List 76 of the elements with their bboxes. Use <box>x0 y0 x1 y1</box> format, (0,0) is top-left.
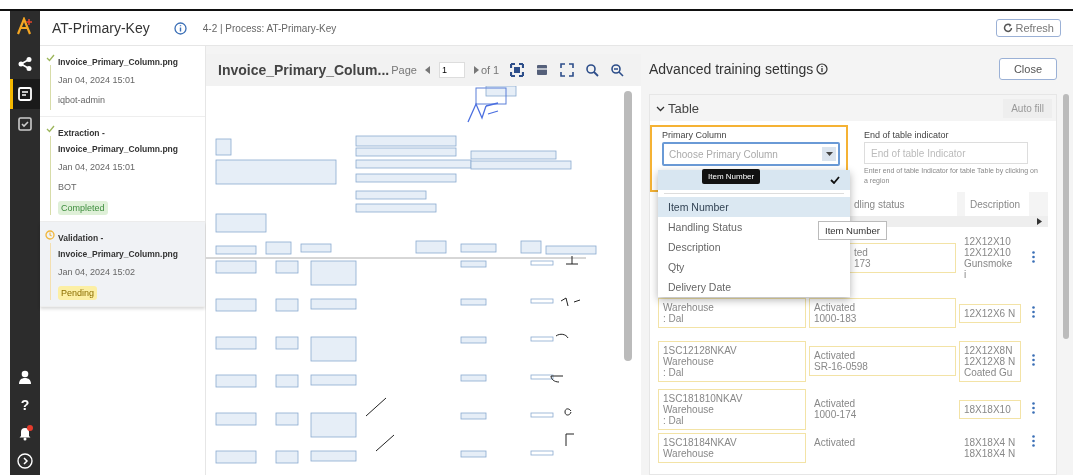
page-title: AT-Primary-Key <box>52 20 150 36</box>
kebab-menu-icon[interactable] <box>1032 402 1035 414</box>
activity-user: iqbot-admin <box>58 94 107 107</box>
table-cell: Warehouse : Dal <box>658 298 806 328</box>
table-cell: 1SC181810NKAV Warehouse : Dal <box>658 388 806 430</box>
table-cell-text: Activated <box>813 436 857 450</box>
table-cell: Activated 1000-183 <box>809 298 956 328</box>
status-badge: Completed <box>58 201 108 215</box>
check-icon <box>45 54 55 62</box>
caret-icon <box>825 152 833 156</box>
logo-icon <box>16 17 34 35</box>
settings-title: Advanced training settings <box>649 61 814 77</box>
table-cell: 18X18X10 <box>959 399 1021 419</box>
activity-date: Jan 04, 2024 15:01 <box>58 74 137 87</box>
nav-item[interactable] <box>10 79 40 109</box>
table-cell-text: 18X18X4 N 18X18X4 N <box>963 436 1017 461</box>
kebab-menu-icon[interactable] <box>1032 435 1035 447</box>
scroll-right-icon[interactable] <box>1037 218 1042 225</box>
info-icon[interactable] <box>816 63 829 75</box>
tooltip: Item Number <box>702 169 761 184</box>
activity-title: Invoice_Primary_Column.png <box>58 56 179 69</box>
table-cell: Activated SR-16-0598 <box>809 346 956 376</box>
select-placeholder: Choose Primary Column <box>669 148 778 160</box>
check-icon <box>830 176 840 184</box>
field-label: End of table indicator <box>864 130 950 140</box>
kebab-menu-icon[interactable] <box>1032 354 1035 366</box>
page-field[interactable]: 1 <box>438 62 465 78</box>
table-cell: 1SC18184NKAV Warehouse <box>658 433 806 463</box>
activity-title: Validation - Invoice_Primary_Column.png <box>58 232 179 261</box>
activity-title: Extraction - Invoice_Primary_Column.png <box>58 127 179 156</box>
share-icon <box>17 56 33 72</box>
field-label: Primary Column <box>662 130 728 140</box>
dropdown-toggle[interactable] <box>822 147 836 161</box>
check-icon <box>45 125 55 133</box>
status-badge: Pending <box>58 286 98 300</box>
zoom-in-icon[interactable] <box>585 63 600 77</box>
close-button[interactable]: Close <box>998 58 1057 80</box>
activity-date: Jan 04, 2024 15:02 <box>58 266 137 279</box>
fullscreen-icon[interactable] <box>560 63 575 77</box>
checklist-icon <box>17 116 33 132</box>
activity-date: Jan 04, 2024 15:01 <box>58 161 137 174</box>
clock-icon <box>45 230 55 240</box>
expand-icon <box>17 453 33 469</box>
fit-width-icon[interactable] <box>535 63 550 77</box>
table-cell: 12X12X6 N <box>959 303 1021 323</box>
user-icon <box>17 369 33 385</box>
dropdown-option[interactable]: Item Number <box>658 197 850 217</box>
section-toggle[interactable]: Table <box>650 99 706 117</box>
document-icon <box>17 86 33 102</box>
next-page-icon[interactable] <box>472 66 479 74</box>
zoom-out-icon[interactable] <box>610 63 625 77</box>
bell-icon <box>17 425 33 441</box>
page-count: of 1 <box>480 64 500 76</box>
refresh-icon <box>1003 23 1014 33</box>
fit-page-icon[interactable] <box>510 63 525 77</box>
kebab-menu-icon[interactable] <box>1032 251 1035 263</box>
table-cell: 1SC12128NKAV Warehouse : Dal <box>658 340 806 382</box>
table-cell-text: Activated 1000-174 <box>813 397 858 422</box>
end-indicator-field[interactable]: End of table Indicator <box>864 142 1028 164</box>
process-info: 4-2 | Process: AT-Primary-Key <box>202 22 338 34</box>
activity-user: BOT <box>58 181 78 194</box>
column-header: Description <box>965 192 1029 216</box>
table-cell-text: 12X12X10 12X12X10 Gunsmoke i <box>963 235 1014 282</box>
page-label: Page <box>391 64 417 76</box>
refresh-button[interactable]: Refresh <box>996 19 1061 37</box>
help-button[interactable]: ? <box>10 391 40 419</box>
document-name: Invoice_Primary_Colum... <box>218 62 390 78</box>
table-cell: 12X12X8N 12X12X8 N Coated Gu <box>959 340 1021 382</box>
scrollbar[interactable] <box>624 91 632 361</box>
previous-page-icon[interactable] <box>424 66 431 74</box>
activity-card[interactable]: Validation - Invoice_Primary_Column.png Jan 04, 2024 15:02 Pending <box>40 222 205 307</box>
column-tooltip: Item Number <box>818 221 887 240</box>
scrollbar[interactable] <box>1063 94 1069 339</box>
info-icon[interactable] <box>173 21 187 35</box>
kebab-menu-icon[interactable] <box>1032 306 1035 318</box>
dropdown-option[interactable]: Delivery Date <box>658 277 850 297</box>
